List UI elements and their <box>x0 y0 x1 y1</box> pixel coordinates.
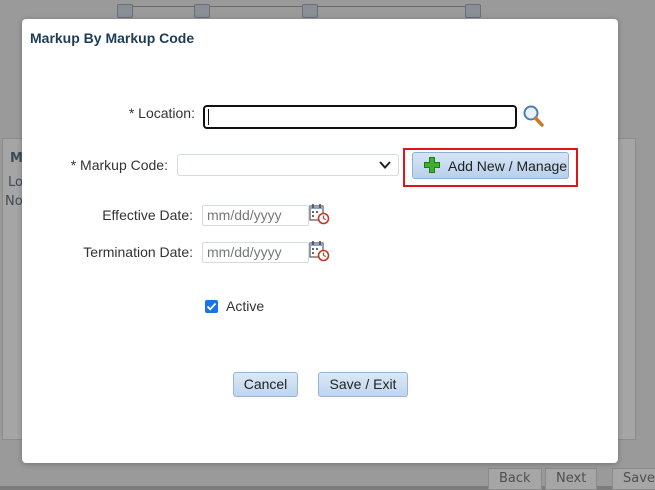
background-panel-row: No <box>5 194 23 209</box>
slider-handle <box>465 4 481 18</box>
chevron-down-icon <box>379 161 391 169</box>
text-cursor <box>208 109 209 125</box>
add-new-manage-button[interactable]: Add New / Manage <box>412 152 569 179</box>
cancel-button[interactable]: Cancel <box>233 372 298 397</box>
slider-handle <box>302 4 318 18</box>
termination-date-input[interactable]: mm/dd/yyyy <box>202 242 309 263</box>
calendar-icon[interactable] <box>308 203 330 225</box>
plus-icon <box>424 157 440 173</box>
background-back-button: Back <box>488 468 542 490</box>
search-icon[interactable] <box>521 104 545 128</box>
calendar-icon[interactable] <box>308 240 330 262</box>
check-icon <box>206 302 217 311</box>
background-save-button: Save <box>612 468 655 490</box>
add-new-manage-label: Add New / Manage <box>448 158 568 174</box>
location-label: * Location: <box>128 105 195 121</box>
background-next-button: Next <box>545 468 598 490</box>
effective-date-label: Effective Date: <box>102 207 193 223</box>
effective-date-input[interactable]: mm/dd/yyyy <box>202 205 309 226</box>
active-checkbox[interactable] <box>205 300 218 313</box>
location-input[interactable] <box>203 105 517 129</box>
markup-code-label: * Markup Code: <box>70 157 168 173</box>
slider-handle <box>117 4 133 18</box>
slider-handle <box>194 4 210 18</box>
background-panel-title: M <box>10 151 23 166</box>
background-slider-track <box>117 4 481 18</box>
markup-code-select[interactable] <box>177 154 399 176</box>
termination-date-label: Termination Date: <box>83 244 193 260</box>
dialog-title: Markup By Markup Code <box>30 30 195 46</box>
markup-dialog: Markup By Markup Code * Location: * Mark… <box>22 19 618 463</box>
background-panel-row: Lo <box>8 175 23 190</box>
save-exit-button[interactable]: Save / Exit <box>318 372 408 397</box>
active-label: Active <box>226 298 265 314</box>
